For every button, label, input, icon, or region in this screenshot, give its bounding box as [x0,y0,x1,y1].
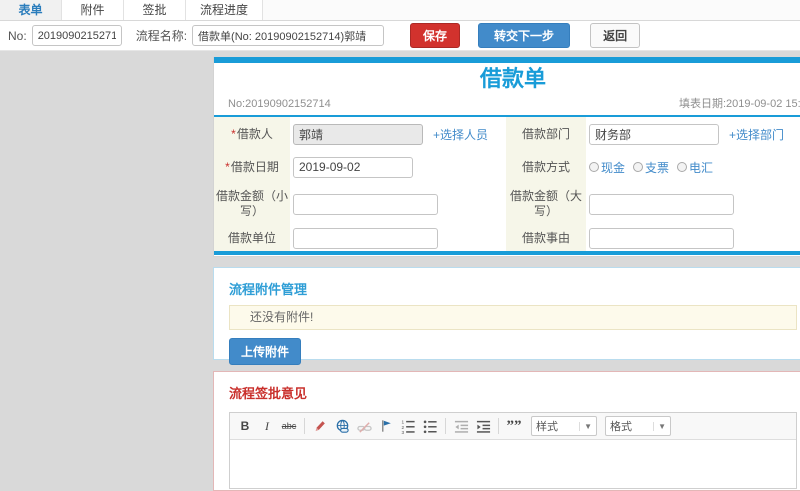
back-button[interactable]: 返回 [590,23,641,48]
flow-name-label: 流程名称: [135,29,188,43]
blockquote-icon[interactable]: ”” [505,417,523,435]
loan-method-field: 现金 支票 电汇 [586,151,800,183]
approval-comments-card: 流程签批意见 B I abc 1 2 3 ”” 样式 ▼ 格式 ▼ [213,371,800,491]
loan-method-radio-group: 现金 支票 电汇 [589,159,713,176]
loan-unit-label: 借款单位 [214,225,290,251]
numbered-list-icon[interactable]: 1 2 3 [399,417,417,435]
radio-circle-icon[interactable] [633,162,644,172]
strikethrough-icon[interactable]: abc [280,417,298,435]
borrower-field: +选择人员 [290,117,506,151]
select-department-link[interactable]: +选择部门 [729,126,784,143]
loan-reason-input[interactable] [589,227,734,249]
no-label: No: [8,28,27,43]
view-tabbar: 表单 附件 签批 流程进度 [0,0,800,21]
no-attachments-message: 还没有附件! [229,305,797,330]
italic-icon[interactable]: I [258,417,276,435]
form-fields-grid: *借款人 +选择人员 借款部门 +选择部门 *借款日期 借款方式 现金 [214,117,800,251]
loan-unit-input[interactable] [293,227,438,249]
tab-approval[interactable]: 签批 [124,0,186,20]
toolbar-separator [445,418,446,434]
save-button[interactable]: 保存 [410,23,461,48]
required-mark: * [231,126,236,141]
radio-check[interactable]: 支票 [633,159,669,176]
borrower-label: *借款人 [214,117,290,151]
select-person-link[interactable]: +选择人员 [433,126,488,143]
department-input[interactable] [589,123,719,145]
amount-lowercase-label: 借款金额（小写） [214,183,290,225]
loan-date-label: *借款日期 [214,151,290,183]
loan-method-label: 借款方式 [506,151,586,183]
forward-next-step-button[interactable]: 转交下一步 [478,23,571,48]
form-fill-date-text: 填表日期:2019-09-02 15:27:1 [679,98,800,110]
remove-format-icon[interactable] [311,417,329,435]
chevron-down-icon: ▼ [579,421,592,431]
required-mark: * [225,159,230,174]
attachment-management-card: 流程附件管理 还没有附件! 上传附件 [213,267,800,365]
anchor-flag-icon[interactable] [377,417,395,435]
outdent-icon[interactable] [452,417,470,435]
loan-date-field [290,151,506,183]
bullet-list-icon[interactable] [421,417,439,435]
amount-lowercase-field [290,183,506,225]
approval-section-title: 流程签批意见 [229,386,308,401]
format-dropdown[interactable]: 格式 ▼ [605,416,671,436]
department-label: 借款部门 [506,117,586,151]
form-no-text: No:20190902152714 [228,98,331,110]
attachment-section-title: 流程附件管理 [229,282,308,297]
department-field: +选择部门 [586,117,800,151]
radio-circle-icon[interactable] [589,162,599,172]
command-bar: No: 流程名称: 保存 转交下一步 返回 [0,21,800,51]
flow-name-input[interactable] [192,25,385,46]
indent-icon[interactable] [474,417,492,435]
loan-form-card: 借款单 No:20190902152714 填表日期:2019-09-02 15… [213,57,800,257]
radio-wire-transfer[interactable]: 电汇 [677,159,713,176]
svg-text:3: 3 [401,430,404,434]
form-bottom-accent-bar [214,251,800,255]
borrower-input[interactable] [293,123,423,145]
tab-form[interactable]: 表单 [0,0,62,20]
form-title: 借款单 [479,66,546,91]
bold-icon[interactable]: B [236,417,254,435]
amount-uppercase-field [586,183,800,225]
rich-text-editor: B I abc 1 2 3 ”” 样式 ▼ 格式 ▼ [229,412,797,489]
loan-unit-field [290,225,506,251]
loan-reason-label: 借款事由 [506,225,586,251]
loan-date-input[interactable] [293,156,413,178]
toolbar-separator [498,418,499,434]
link-icon[interactable] [333,417,351,435]
chevron-down-icon: ▼ [653,421,666,431]
amount-uppercase-label: 借款金额（大写） [506,183,586,225]
styles-dropdown[interactable]: 样式 ▼ [531,416,597,436]
unlink-icon[interactable] [355,417,373,435]
tab-process-progress[interactable]: 流程进度 [186,0,264,20]
no-input[interactable] [31,25,122,46]
tab-attachments[interactable]: 附件 [62,0,124,20]
editor-content[interactable] [230,440,796,488]
radio-circle-icon[interactable] [677,162,688,172]
upload-attachment-button[interactable]: 上传附件 [229,338,302,365]
amount-uppercase-input[interactable] [589,193,734,215]
radio-cash[interactable]: 现金 [589,159,625,176]
toolbar-separator [304,418,305,434]
amount-lowercase-input[interactable] [293,193,438,215]
editor-toolbar: B I abc 1 2 3 ”” 样式 ▼ 格式 ▼ [230,413,796,440]
form-meta-row: No:20190902152714 填表日期:2019-09-02 15:27:… [214,95,800,117]
loan-reason-field [586,225,800,251]
